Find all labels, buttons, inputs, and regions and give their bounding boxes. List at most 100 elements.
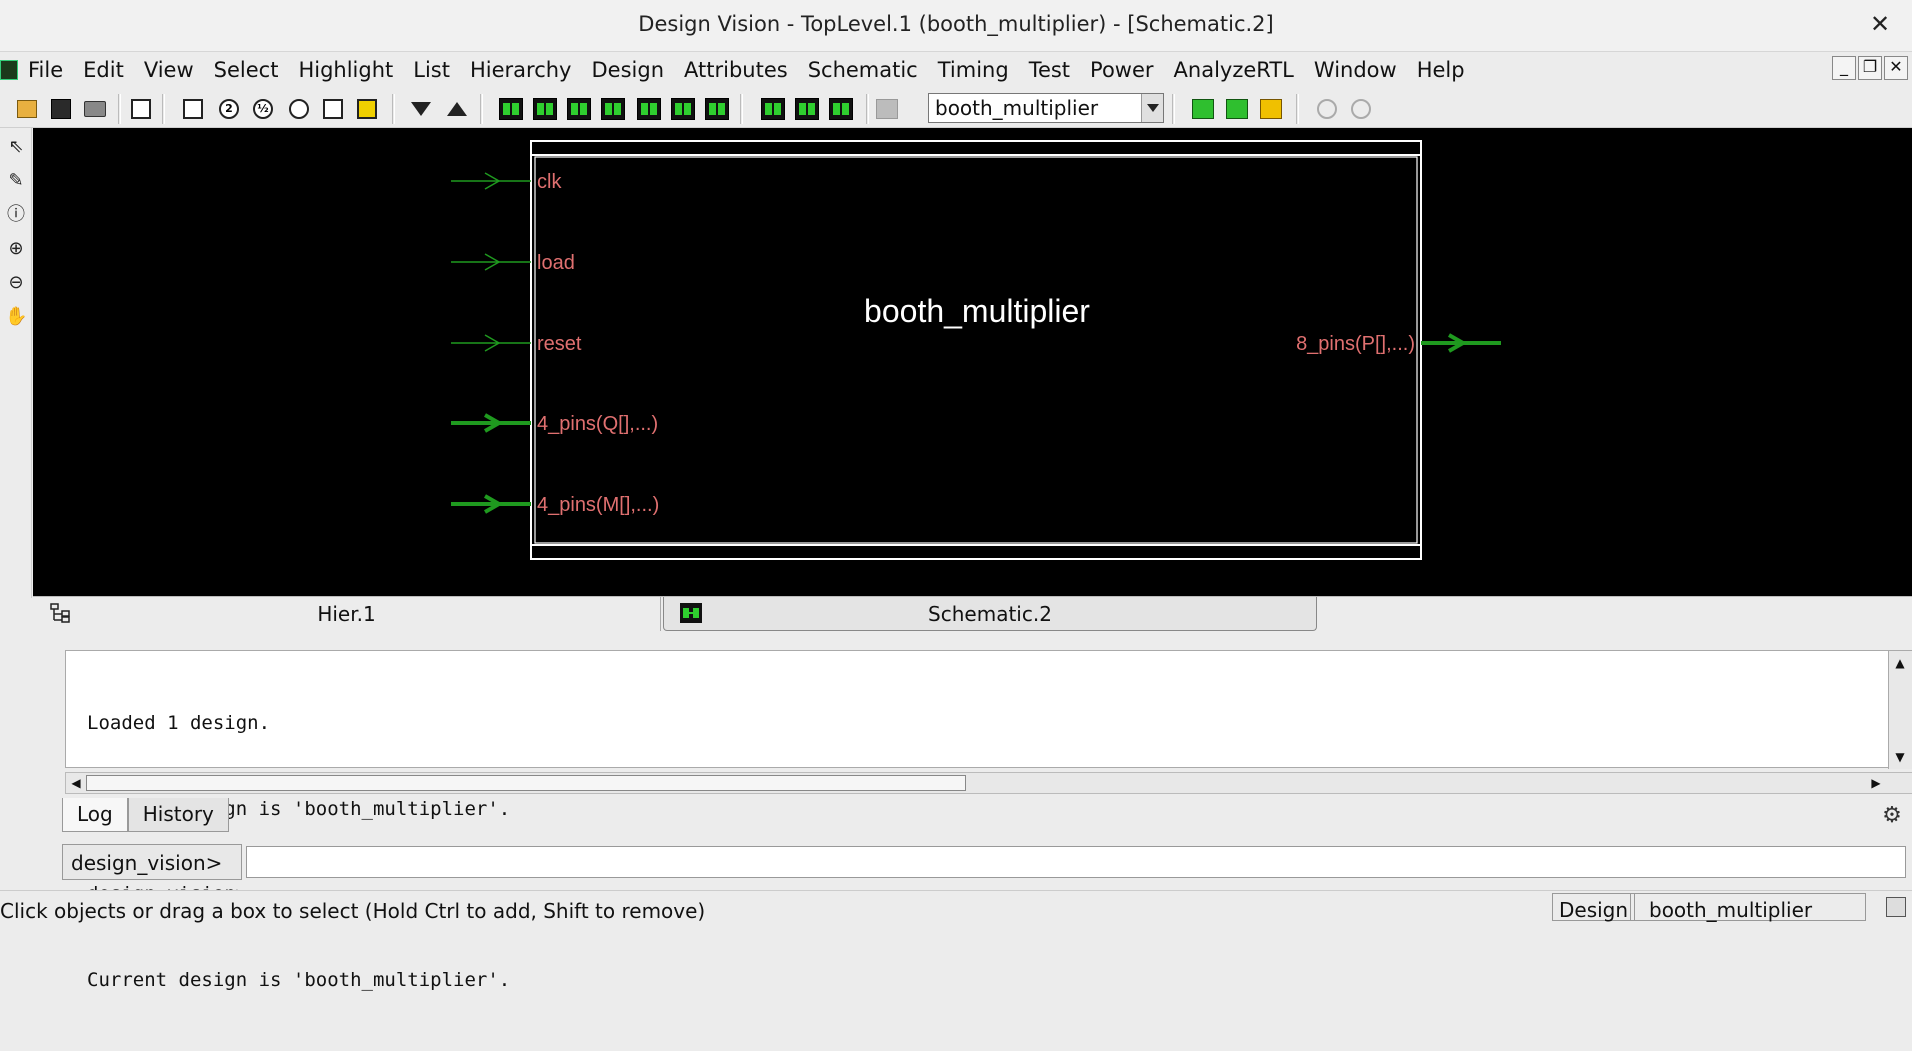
timing-analysis-icon[interactable] <box>760 96 786 122</box>
pan-hand-icon[interactable]: ✋ <box>5 306 27 328</box>
left-toolbar: ⇖ ✎ ⓘ ⊕ ⊖ ✋ <box>0 128 32 598</box>
tab-history[interactable]: History <box>127 798 229 832</box>
tab-schematic[interactable]: Schematic.2 <box>663 597 1317 631</box>
menu-highlight[interactable]: Highlight <box>298 56 403 82</box>
app-logo-icon <box>0 60 18 80</box>
zoom-region-icon[interactable] <box>286 96 312 122</box>
zoom-selection-icon[interactable] <box>354 96 380 122</box>
console-panel: ▲ ▼ Loaded 1 design. Current design is '… <box>33 640 1912 991</box>
menu-hierarchy[interactable]: Hierarchy <box>470 56 582 82</box>
panel-drag-handle[interactable] <box>33 640 55 796</box>
mdi-controls: _ ❐ ✕ <box>1832 56 1908 80</box>
mdi-minimize-button[interactable]: _ <box>1832 56 1856 80</box>
command-prompt-label[interactable]: design_vision> <box>62 844 242 880</box>
menu-select[interactable]: Select <box>214 56 289 82</box>
chevron-down-icon[interactable] <box>1141 94 1163 122</box>
block-inner-border[interactable] <box>534 156 1418 544</box>
scroll-up-arrow-icon[interactable]: ▲ <box>1890 653 1910 673</box>
timing-histogram-icon[interactable] <box>794 96 820 122</box>
input-pin-label[interactable]: 4_pins(Q[],...) <box>537 413 658 435</box>
pencil-icon[interactable]: ✎ <box>5 170 27 192</box>
schematic-cells-icon[interactable] <box>532 96 558 122</box>
scroll-down-arrow-icon[interactable]: ▼ <box>1890 747 1910 767</box>
design-select-value: booth_multiplier <box>935 96 1099 120</box>
menu-test[interactable]: Test <box>1029 56 1080 82</box>
console-line: Loaded 1 design. <box>87 712 271 734</box>
zoom-box-icon[interactable] <box>320 96 346 122</box>
status-bar: Click objects or drag a box to select (H… <box>0 890 1912 923</box>
console-line: Current design is 'booth_multiplier'. <box>87 968 511 991</box>
menu-bar: File Edit View Select Highlight List Hie… <box>0 52 1912 88</box>
schematic-view-icon[interactable] <box>498 96 524 122</box>
command-input[interactable] <box>246 846 1906 878</box>
disabled-tool-icon <box>874 96 900 122</box>
schematic-fanin-icon[interactable] <box>566 96 592 122</box>
zoom-2-icon[interactable]: 2 <box>216 96 242 122</box>
save-icon[interactable] <box>48 96 74 122</box>
zoom-fit-icon[interactable] <box>180 96 206 122</box>
select-arrow-icon[interactable]: ⇖ <box>5 136 27 158</box>
check-design-icon[interactable] <box>1258 96 1284 122</box>
console-vertical-scrollbar[interactable]: ▲ ▼ <box>1888 651 1912 769</box>
menu-list: File Edit View Select Highlight List Hie… <box>28 56 1485 82</box>
tab-log[interactable]: Log <box>62 798 128 832</box>
input-pin-label[interactable]: clk <box>537 171 562 193</box>
schematic-bus-icon[interactable] <box>704 96 730 122</box>
output-pin-label[interactable]: 8_pins(P[],...) <box>1296 333 1415 355</box>
menu-attributes[interactable]: Attributes <box>684 56 798 82</box>
scrollbar-thumb[interactable] <box>86 775 966 791</box>
pop-up-icon[interactable] <box>444 96 470 122</box>
menu-timing[interactable]: Timing <box>938 56 1019 82</box>
menu-view[interactable]: View <box>144 56 204 82</box>
menu-design[interactable]: Design <box>592 56 675 82</box>
input-pin-label[interactable]: reset <box>537 333 582 355</box>
timing-report-icon[interactable] <box>828 96 854 122</box>
schematic-drawing: booth_multiplier clk load reset 4_pins(Q[],… <box>451 140 1501 560</box>
mdi-close-button[interactable]: ✕ <box>1884 56 1908 80</box>
design-select-dropdown[interactable]: booth_multiplier <box>928 93 1164 123</box>
schematic-canvas[interactable]: booth_multiplier clk load reset 4_pins(Q[],… <box>33 128 1912 596</box>
gear-icon[interactable]: ⚙ <box>1880 804 1904 828</box>
zoom-in-icon[interactable]: ⊕ <box>5 238 27 260</box>
scroll-right-arrow-icon[interactable]: ▶ <box>1866 773 1886 793</box>
menu-list[interactable]: List <box>413 56 460 82</box>
command-row: design_vision> <box>62 844 1912 880</box>
hierarchy-tree-icon <box>50 603 70 623</box>
console-horizontal-scrollbar[interactable]: ◀ ▶ <box>65 772 1912 794</box>
menu-window[interactable]: Window <box>1314 56 1407 82</box>
print-icon[interactable] <box>82 96 108 122</box>
open-file-icon[interactable] <box>14 96 40 122</box>
zoom-out-icon[interactable]: ⊖ <box>5 272 27 294</box>
schematic-path-icon[interactable] <box>636 96 662 122</box>
menu-help[interactable]: Help <box>1417 56 1475 82</box>
info-icon[interactable]: ⓘ <box>5 204 27 226</box>
input-pin-label[interactable]: load <box>537 252 575 274</box>
properties-icon[interactable] <box>128 96 154 122</box>
block-outer-border <box>530 140 1422 560</box>
status-design-label: Design <box>1552 893 1636 922</box>
view-tab-bar: Hier.1 Schematic.2 <box>33 596 1912 631</box>
block-name-label: booth_multiplier <box>864 293 1090 329</box>
window-close-button[interactable]: ✕ <box>1866 10 1894 38</box>
tab-hier[interactable]: Hier.1 <box>33 597 661 631</box>
menu-power[interactable]: Power <box>1090 56 1164 82</box>
menu-file[interactable]: File <box>28 56 73 82</box>
zoom-half-icon[interactable]: ½ <box>250 96 276 122</box>
push-down-icon[interactable] <box>408 96 434 122</box>
status-panel-icon[interactable] <box>1886 897 1906 917</box>
schematic-view-icon <box>680 603 702 623</box>
menu-analyzertl[interactable]: AnalyzeRTL <box>1174 56 1304 82</box>
tab-schematic-label: Schematic.2 <box>928 601 1052 626</box>
scroll-left-arrow-icon[interactable]: ◀ <box>66 773 86 793</box>
menu-schematic[interactable]: Schematic <box>808 56 928 82</box>
menu-edit[interactable]: Edit <box>83 56 134 82</box>
design-browser-icon[interactable] <box>1224 96 1250 122</box>
status-design-value: booth_multiplier <box>1630 893 1866 922</box>
hierarchy-browser-icon[interactable] <box>1190 96 1216 122</box>
input-pin-label[interactable]: 4_pins(M[],...) <box>537 494 659 516</box>
title-bar: Design Vision - TopLevel.1 (booth_multip… <box>0 0 1912 52</box>
schematic-net-icon[interactable] <box>670 96 696 122</box>
mdi-restore-button[interactable]: ❐ <box>1858 56 1882 80</box>
tab-hier-label: Hier.1 <box>317 602 376 626</box>
schematic-fanout-icon[interactable] <box>600 96 626 122</box>
